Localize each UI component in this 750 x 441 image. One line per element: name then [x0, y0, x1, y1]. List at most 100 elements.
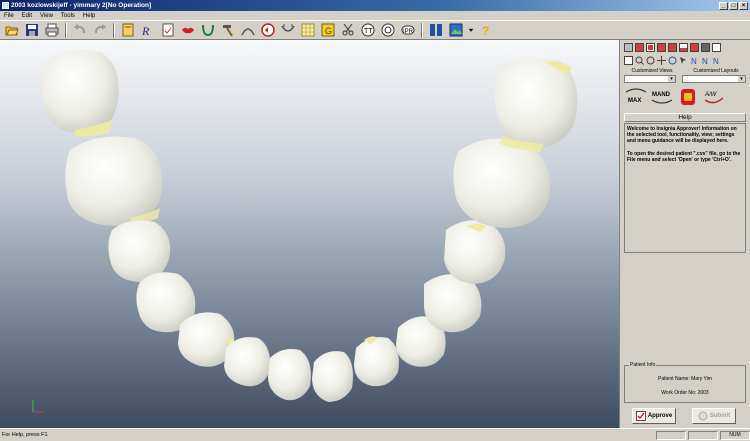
status-cell-1	[656, 430, 686, 440]
tooth-right-molar-2[interactable]	[494, 58, 578, 152]
grid-icon[interactable]	[299, 22, 317, 39]
3d-viewport[interactable]	[0, 40, 619, 428]
rotate-icon[interactable]	[645, 55, 655, 65]
tooth-right-lateral-incisor[interactable]	[354, 336, 399, 387]
axis-indicator	[32, 400, 44, 413]
svg-text:R: R	[141, 24, 150, 37]
patient-name: Patient Name: Mary Yim	[658, 376, 712, 382]
view-icon-2[interactable]	[634, 42, 644, 52]
chevron-down-icon: ▾	[738, 76, 745, 82]
tooth-left-molar-1[interactable]	[65, 136, 163, 227]
cut-icon[interactable]	[339, 22, 357, 39]
pan-icon[interactable]	[656, 55, 666, 65]
max-arch-button[interactable]: MAX	[624, 86, 648, 108]
app-icon	[2, 2, 9, 9]
minimize-button[interactable]: _	[719, 1, 728, 10]
reset-view-icon[interactable]	[667, 55, 677, 65]
arch-icon[interactable]	[199, 22, 217, 39]
svg-text:IPR: IPR	[403, 29, 414, 35]
patient-info-group: Patient Info Patient Name: Mary Yim Work…	[624, 362, 746, 403]
view-icon-8[interactable]	[700, 42, 710, 52]
maximize-button[interactable]: □	[729, 1, 738, 10]
notebook-icon[interactable]	[119, 22, 137, 39]
approve-label: Approve	[647, 413, 673, 419]
ipr-icon[interactable]: IPR	[399, 22, 417, 39]
tooth-left-lateral-incisor[interactable]	[224, 337, 271, 387]
help-text-open-file: To open the desired patient ".cvs" file,…	[627, 150, 741, 163]
tooth-outline-icon[interactable]	[379, 22, 397, 39]
mand-arch-button[interactable]: MAND	[650, 86, 674, 108]
gold-tooth-icon[interactable]: G	[319, 22, 337, 39]
dental-arch-model	[32, 49, 578, 413]
redo-icon[interactable]	[91, 22, 109, 39]
tooth-left-molar-2[interactable]	[42, 49, 119, 137]
tooth-right-molar-1[interactable]	[453, 138, 551, 229]
svg-text:MAND: MAND	[652, 92, 671, 98]
right-panel: N N N Customized Views Customized Layout…	[619, 40, 750, 428]
work-order-number: Work Order No: 2003	[661, 390, 709, 396]
pointer-icon[interactable]	[678, 55, 688, 65]
svg-text:TT: TT	[364, 28, 373, 35]
menu-edit[interactable]: Edit	[18, 13, 36, 19]
rx-icon[interactable]: R	[139, 22, 157, 39]
menu-tools[interactable]: Tools	[57, 13, 79, 19]
view-icon-1[interactable]	[623, 42, 633, 52]
view-n-icon-3[interactable]: N	[711, 55, 721, 65]
toolbar: R G TT IPR ?	[0, 20, 750, 40]
menu-help[interactable]: Help	[79, 13, 99, 19]
image-icon[interactable]	[447, 22, 465, 39]
customized-layouts-select[interactable]: ▾	[682, 75, 746, 83]
dropdown-icon[interactable]	[467, 22, 475, 39]
split-view-icon[interactable]	[427, 22, 445, 39]
tooth-right-central-incisor[interactable]	[312, 351, 353, 402]
view-icon-6[interactable]	[678, 42, 688, 52]
svg-text:A/W: A/W	[704, 92, 718, 98]
svg-text:?: ?	[482, 24, 489, 37]
form-icon[interactable]	[159, 22, 177, 39]
checkmark-icon	[635, 411, 646, 421]
svg-text:N: N	[691, 57, 697, 65]
curve-icon[interactable]	[239, 22, 257, 39]
view-icon-4[interactable]	[656, 42, 666, 52]
view-icon-7[interactable]	[689, 42, 699, 52]
help-icon[interactable]: ?	[477, 22, 495, 39]
chevron-down-icon: ▾	[668, 76, 675, 82]
approve-button[interactable]: Approve	[632, 408, 676, 424]
undo-icon[interactable]	[71, 22, 89, 39]
svg-text:N: N	[713, 57, 719, 65]
zoom-fit-icon[interactable]	[623, 55, 633, 65]
print-icon[interactable]	[43, 22, 61, 39]
customized-views-select[interactable]: ▾	[624, 75, 676, 83]
title-bar: 2003 kozlowskijeff - yimmary 2[No Operat…	[0, 0, 750, 11]
zoom-icon[interactable]	[634, 55, 644, 65]
status-text: For Help, press F1	[2, 432, 48, 438]
occlusion-icon[interactable]	[259, 22, 277, 39]
view-n-icon-1[interactable]: N	[689, 55, 699, 65]
view-n-icon-2[interactable]: N	[700, 55, 710, 65]
view-icon-9[interactable]	[711, 42, 721, 52]
tooth-right-premolar-2[interactable]	[444, 220, 506, 284]
window-title: 2003 kozlowskijeff - yimmary 2[No Operat…	[11, 2, 152, 9]
submit-button[interactable]: Submit	[692, 408, 736, 424]
customized-layouts-label: Customized Layouts	[693, 68, 739, 74]
view-icon-5[interactable]	[667, 42, 677, 52]
help-text-welcome: Welcome to Insignia Approver! Informatio…	[627, 126, 737, 145]
tooth-left-central-incisor[interactable]	[268, 349, 311, 401]
menu-view[interactable]: View	[36, 13, 57, 19]
open-icon[interactable]	[3, 22, 21, 39]
submit-icon	[698, 411, 708, 421]
svg-text:MAX: MAX	[628, 98, 641, 104]
menu-file[interactable]: File	[0, 13, 18, 19]
aw-button[interactable]: A/W	[702, 86, 726, 108]
save-icon[interactable]	[23, 22, 41, 39]
lips-icon[interactable]	[179, 22, 197, 39]
view-icon-3[interactable]	[645, 42, 655, 52]
svg-text:G: G	[325, 26, 332, 36]
hammer-icon[interactable]	[219, 22, 237, 39]
crown-tooth-icon[interactable]	[676, 86, 700, 108]
measure-icon[interactable]	[279, 22, 297, 39]
patient-info-label: Patient Info	[629, 362, 657, 368]
num-lock-indicator: NUM	[720, 430, 750, 440]
tooth-id-icon[interactable]: TT	[359, 22, 377, 39]
close-button[interactable]: ×	[739, 1, 748, 10]
